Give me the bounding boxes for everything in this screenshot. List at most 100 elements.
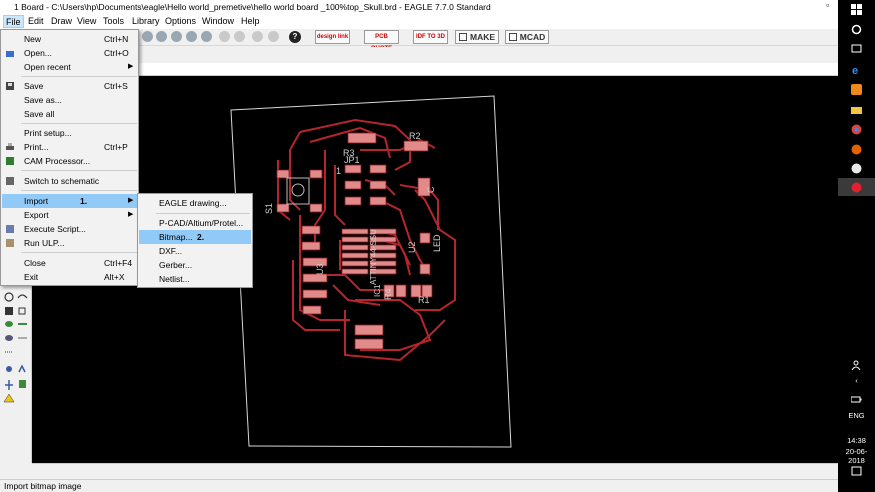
menu-library[interactable]: Library [130,15,162,28]
show-hidden-icons[interactable]: ‹ [838,376,875,385]
zoom-select-icon[interactable] [201,31,212,42]
menu-item-label: Run ULP... [24,238,65,248]
label-r1: R1 [418,295,430,305]
import-submenu: EAGLE drawing... P-CAD/Altium/Protel... … [137,193,253,288]
menu-tools[interactable]: Tools [101,15,126,28]
menu-item-exit[interactable]: Exit Alt+X [2,270,138,284]
app-icon[interactable] [851,163,862,174]
menu-item-new[interactable]: New Ctrl+N [2,32,138,46]
menu-item-label: Switch to schematic [24,176,100,186]
windows-start-icon[interactable] [851,4,862,15]
menu-item-import[interactable]: Import 1. ▶ [2,194,138,208]
menu-item-label: Save as... [24,95,62,105]
pad [369,180,387,190]
edge-icon[interactable]: e [851,64,862,75]
window-title: 1 Board - C:\Users\hp\Documents\eagle\He… [14,2,491,12]
cortana-icon[interactable] [851,24,862,35]
pad-r4 [395,284,407,298]
zoom-out-icon[interactable] [171,31,182,42]
idf-button[interactable]: IDF TO 3D [413,30,448,44]
submenu-item-dxf[interactable]: DXF... [139,244,251,258]
menu-window[interactable]: Window [200,15,236,28]
submenu-item-bitmap[interactable]: Bitmap... 2. [139,230,251,244]
pad [302,305,322,315]
firefox-icon[interactable] [851,144,862,155]
switch-button [291,183,305,197]
submenu-arrow-icon: ▶ [128,63,134,70]
menu-item-switch-schematic[interactable]: Switch to schematic [2,174,138,188]
redo-icon[interactable] [234,31,245,42]
pad [344,196,362,206]
menu-item-print-setup[interactable]: Print setup... [2,126,138,140]
menu-item-label: Save [24,81,44,91]
pad [344,164,362,174]
notifications-icon[interactable] [851,466,862,477]
submenu-item-netlist[interactable]: Netlist... [139,272,251,286]
design-link-button[interactable]: design link [315,30,350,44]
menu-item-shortcut: Ctrl+F4 [104,258,133,268]
clock-date[interactable]: 20-06-2018 [838,447,875,465]
menu-options[interactable]: Options [163,15,198,28]
menu-item-save-as[interactable]: Save as... [2,93,138,107]
sublime-icon[interactable] [851,84,862,95]
menu-edit[interactable]: Edit [26,15,46,28]
menu-draw[interactable]: Draw [49,15,74,28]
chrome-icon[interactable] [851,124,862,135]
submenu-item-label: Netlist... [159,274,190,284]
menu-item-label: Import [24,196,49,206]
menu-file[interactable]: File [3,15,24,28]
pad-led [419,232,431,244]
undo-icon[interactable] [219,31,230,42]
menu-item-shortcut: Ctrl+P [104,142,128,152]
label-jp1: JP1 [344,155,360,165]
submenu-item-eagle-drawing[interactable]: EAGLE drawing... [139,196,251,210]
pad-r3 [347,132,377,144]
people-icon[interactable] [851,360,862,371]
maximize-icon[interactable]: ▫ [826,0,829,10]
redraw-icon[interactable] [186,31,197,42]
stop-icon[interactable] [252,31,263,42]
go-icon[interactable] [268,31,279,42]
menu-help[interactable]: Help [239,15,262,28]
make-button[interactable]: MAKE [455,30,499,44]
menu-item-cam-processor[interactable]: CAM Processor... [2,154,138,168]
label-r4: R4 [383,288,393,300]
mcad-button[interactable]: MCAD [505,30,549,44]
battery-icon[interactable] [851,394,862,405]
zoom-fit-icon[interactable] [142,31,153,42]
pcb-quote-button[interactable]: PCB QUOTE [364,30,399,52]
pad-u3 [302,289,328,299]
menu-item-label: Open... [24,48,52,58]
ic-pin [341,260,369,267]
menu-item-shortcut: Ctrl+S [104,81,128,91]
menu-item-print[interactable]: Print... Ctrl+P [2,140,138,154]
menu-item-execute-script[interactable]: Execute Script... [2,222,138,236]
label-ic: ATTINY44-SSU [369,229,378,285]
pad [344,180,362,190]
submenu-item-gerber[interactable]: Gerber... [139,258,251,272]
language-indicator[interactable]: ENG [838,411,875,420]
menu-view[interactable]: View [75,15,98,28]
menu-separator [21,123,137,124]
circle-tool-icon [4,292,14,302]
zoom-in-icon[interactable] [156,31,167,42]
eagle-app-icon[interactable] [851,182,862,193]
drc-tool-icon [19,380,26,388]
schematic-icon [6,177,14,185]
menu-item-save-all[interactable]: Save all [2,107,138,121]
submenu-item-pcad[interactable]: P-CAD/Altium/Protel... [139,216,251,230]
help-icon[interactable]: ? [289,31,301,43]
menu-item-run-ulp[interactable]: Run ULP... [2,236,138,250]
task-view-icon[interactable] [851,43,862,54]
horizontal-scrollbar[interactable] [32,463,838,479]
menu-item-open[interactable]: Open... Ctrl+O [2,46,138,60]
hole-tool-icon [5,335,13,341]
file-explorer-icon[interactable] [851,104,862,115]
menu-item-save[interactable]: Save Ctrl+S [2,79,138,93]
label-one: 1 [336,166,341,176]
menu-item-close[interactable]: Close Ctrl+F4 [2,256,138,270]
menu-item-export[interactable]: Export ▶ [2,208,138,222]
polygon-tool-icon [18,307,26,315]
menu-item-open-recent[interactable]: Open recent ▶ [2,60,138,74]
clock-time[interactable]: 14:38 [838,436,875,445]
